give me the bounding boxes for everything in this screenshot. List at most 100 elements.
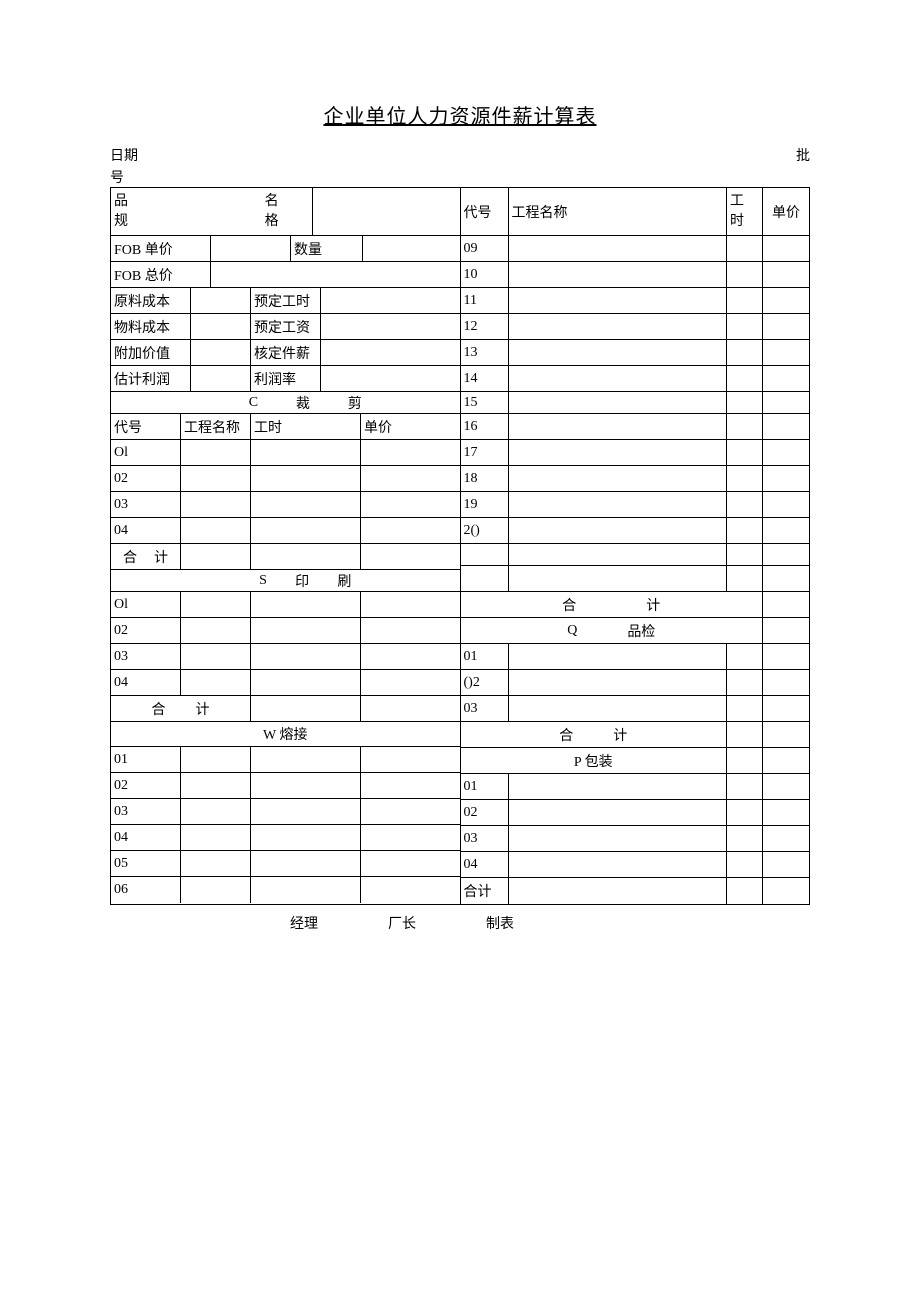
sec-c-char2: 剪 [348,393,362,413]
row-fob-total: FOB 总价 [111,262,460,288]
cell-plan-hours-v [321,288,460,313]
cell-est-profit-v [191,366,251,391]
p-04: 04 [461,852,509,877]
row-p-total: 合计 [461,878,810,904]
row-s-subtotal: 合计 [111,696,460,722]
row-right-header: 代号 工程名称 工时 单价 [461,188,810,236]
r-14: 14 [461,366,509,391]
section-header-w: W 熔接 [111,722,460,747]
row-name-spec: 品 名 规 格 [111,188,460,236]
sec-c-letter: C [249,395,258,411]
row-c03: 03 [111,492,460,518]
q-sub-a: 合 [559,725,573,745]
row-w02: 02 [111,773,460,799]
row-add-value: 附加价值 核定件薪 [111,340,460,366]
label-approved-piece: 核定件薪 [251,340,321,365]
row-fob-price: FOB 单价 数量 [111,236,460,262]
r-15: 15 [461,392,509,413]
sec-w-text: W 熔接 [263,724,307,744]
s-sub-b: 计 [196,699,210,719]
row-r-blank1 [461,544,810,566]
w-02-code: 02 [111,773,181,798]
row-s01: Ol [111,592,460,618]
label-gui: 规 [114,210,128,230]
label-ming: 名 [265,190,279,210]
s-02-code: 02 [111,618,181,643]
label-add-value: 附加价值 [111,340,191,365]
r-13: 13 [461,340,509,365]
meta-batch-label: 批 [796,145,810,165]
label-qty: 数量 [291,236,363,261]
label-pin: 品 [114,190,128,210]
row-raw-cost: 原料成本 预定工时 [111,288,460,314]
row-r20: 2() [461,518,810,544]
cell-raw-cost-v [191,288,251,313]
r-sub1-a: 合 [562,595,576,615]
r-col-proj-label: 工程名称 [509,188,728,235]
row-s03: 03 [111,644,460,670]
label-profit-rate: 利润率 [251,366,321,391]
label-est-profit: 估计利润 [111,366,191,391]
cell-name-spec-value [313,188,460,235]
row-r13: 13 [461,340,810,366]
cell-profit-rate-v [321,366,460,391]
left-panel: 品 名 规 格 FOB 单价 数量 FOB 总价 原料成本 预定工时 物料成本 预定… [111,188,461,904]
c-03-code: 03 [111,492,181,517]
row-p03: 03 [461,826,810,852]
sec-q-letter: Q [567,623,577,639]
section-header-q: Q品检 [461,618,810,644]
p-total: 合计 [461,878,509,904]
c-sub-a: 合 [123,547,137,567]
s-01-code: Ol [111,592,181,617]
row-mat-cost: 物料成本 预定工资 [111,314,460,340]
sec-s-letter: S [259,573,267,589]
row-r17: 17 [461,440,810,466]
s-03-code: 03 [111,644,181,669]
r-sub1-b: 计 [646,595,660,615]
c-sub-b: 计 [154,547,168,567]
col-code-label: 代号 [111,414,181,439]
row-p04: 04 [461,852,810,878]
section-header-c: C 裁 剪 [111,392,460,414]
p-01: 01 [461,774,509,799]
footer-preparer: 制表 [486,913,514,933]
sec-c-char1: 裁 [296,393,310,413]
form-container: 品 名 规 格 FOB 单价 数量 FOB 总价 原料成本 预定工时 物料成本 预定… [110,187,810,905]
r-10: 10 [461,262,509,287]
sec-s-char2: 刷 [337,571,351,591]
label-mat-cost: 物料成本 [111,314,191,339]
col-hours-label: 工时 [251,414,361,439]
c-02-code: 02 [111,466,181,491]
row-r10: 10 [461,262,810,288]
r-16: 16 [461,414,509,439]
row-w06: 06 [111,877,460,903]
w-01-code: 01 [111,747,181,772]
p-02: 02 [461,800,509,825]
row-s02: 02 [111,618,460,644]
label-raw-cost: 原料成本 [111,288,191,313]
r-20: 2() [461,518,509,543]
w-05-code: 05 [111,851,181,876]
label-fob-total: FOB 总价 [111,262,211,287]
r-18: 18 [461,466,509,491]
row-q03: 03 [461,696,810,722]
w-04-code: 04 [111,825,181,850]
label-ge: 格 [265,210,279,230]
w-06-code: 06 [111,877,181,903]
cell-add-value-v [191,340,251,365]
meta-row: 日期 批 [110,145,810,165]
right-panel: 代号 工程名称 工时 单价 09 10 11 12 13 14 15 16 17… [461,188,810,904]
r-11: 11 [461,288,509,313]
row-r19: 19 [461,492,810,518]
s-sub-a: 合 [152,699,166,719]
p-03: 03 [461,826,509,851]
sec-s-char1: 印 [295,571,309,591]
row-r14: 14 [461,366,810,392]
footer-director: 厂长 [388,913,416,933]
cell-plan-wage-v [321,314,460,339]
row-est-profit: 估计利润 利润率 [111,366,460,392]
r-col-price-label: 单价 [763,188,809,235]
cell-mat-cost-v [191,314,251,339]
q-03: 03 [461,696,509,721]
footer-manager: 经理 [290,913,318,933]
